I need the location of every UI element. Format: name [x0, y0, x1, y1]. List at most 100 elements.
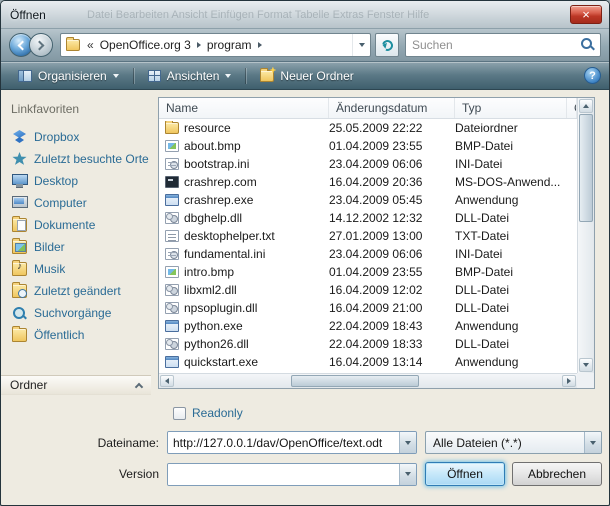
refresh-button[interactable] — [375, 33, 399, 57]
file-row[interactable]: intro.bmp 01.04.2009 23:55 BMP-Datei — [159, 263, 577, 281]
file-row[interactable]: npsoplugin.dll 16.04.2009 21:00 DLL-Date… — [159, 299, 577, 317]
sidebar-item[interactable]: Desktop — [1, 170, 151, 192]
titlebar[interactable]: Datei Bearbeiten Ansicht Einfügen Format… — [1, 1, 609, 29]
sidebar-item[interactable]: Öffentlich — [1, 324, 151, 346]
file-date: 22.04.2009 18:43 — [329, 319, 455, 333]
desktop-icon — [12, 174, 27, 188]
sidebar-item[interactable]: Musik — [1, 258, 151, 280]
com-icon — [165, 176, 179, 188]
open-dialog-window: Datei Bearbeiten Ansicht Einfügen Format… — [0, 0, 610, 506]
file-date: 25.05.2009 22:22 — [329, 121, 455, 135]
search-input[interactable] — [406, 38, 581, 52]
scroll-up-button[interactable] — [579, 99, 593, 113]
breadcrumb-dropdown-button[interactable] — [352, 34, 370, 56]
forward-button[interactable] — [29, 33, 53, 57]
breadcrumb-segment[interactable]: program — [204, 38, 255, 52]
column-header[interactable]: G — [567, 98, 577, 118]
file-row[interactable]: quickstart.exe 16.04.2009 13:14 Anwendun… — [159, 353, 577, 371]
sidebar-item[interactable]: Dropbox — [1, 126, 151, 148]
sidebar-item-label: Dokumente — [34, 218, 95, 232]
sidebar-item[interactable]: Zuletzt besuchte Orte — [1, 148, 151, 170]
breadcrumb[interactable]: « OpenOffice.org 3 program — [60, 33, 371, 57]
file-row[interactable]: about.bmp 01.04.2009 23:55 BMP-Datei — [159, 137, 577, 155]
file-row[interactable]: python.exe 22.04.2009 18:43 Anwendung — [159, 317, 577, 335]
organize-button[interactable]: Organisieren — [9, 65, 128, 87]
close-button[interactable]: × — [570, 5, 602, 24]
ini-icon — [165, 248, 179, 260]
vertical-scroll-thumb[interactable] — [579, 114, 593, 222]
breadcrumb-separator-icon[interactable] — [197, 42, 201, 48]
file-name: resource — [184, 121, 231, 135]
new-folder-button[interactable]: Neuer Ordner — [251, 65, 362, 87]
folders-label: Ordner — [10, 378, 136, 392]
sidebar-item-label: Zuletzt geändert — [34, 284, 121, 298]
sidebar-item[interactable]: Dokumente — [1, 214, 151, 236]
sidebar-item[interactable]: Suchvorgänge — [1, 302, 151, 324]
file-row[interactable]: crashrep.com 16.04.2009 20:36 MS-DOS-Anw… — [159, 173, 577, 191]
readonly-label[interactable]: Readonly — [192, 406, 243, 420]
column-header[interactable]: Änderungsdatum — [329, 98, 455, 118]
version-dropdown-button[interactable] — [399, 464, 416, 485]
views-label: Ansichten — [167, 69, 220, 83]
open-button[interactable]: Öffnen — [425, 462, 505, 486]
horizontal-scrollbar[interactable] — [159, 373, 577, 388]
filename-combobox[interactable] — [167, 431, 417, 454]
column-header[interactable]: Name — [159, 98, 329, 118]
vertical-scrollbar[interactable] — [577, 98, 594, 373]
navigation-bar: « OpenOffice.org 3 program — [1, 29, 609, 62]
sidebar-item[interactable]: Computer — [1, 192, 151, 214]
chevron-up-icon — [135, 382, 143, 390]
breadcrumb-truncation[interactable]: « — [85, 38, 97, 52]
file-type: DLL-Datei — [455, 283, 567, 297]
file-date: 01.04.2009 23:55 — [329, 139, 455, 153]
bmp-icon — [165, 140, 179, 152]
filename-input[interactable] — [168, 432, 399, 453]
chevron-down-icon — [113, 74, 119, 78]
file-row[interactable]: resource 25.05.2009 22:22 Dateiordner — [159, 119, 577, 137]
column-header[interactable]: Typ — [455, 98, 567, 118]
new-folder-label: Neuer Ordner — [280, 69, 353, 83]
file-row[interactable]: dbghelp.dll 14.12.2002 12:32 DLL-Datei — [159, 209, 577, 227]
version-combobox[interactable] — [167, 463, 417, 486]
search-box[interactable] — [405, 33, 601, 57]
version-input[interactable] — [168, 464, 399, 485]
views-button[interactable]: Ansichten — [139, 65, 241, 87]
file-type: DLL-Datei — [455, 301, 567, 315]
scroll-left-button[interactable] — [160, 375, 174, 387]
file-row[interactable]: bootstrap.ini 23.04.2009 06:06 INI-Datei — [159, 155, 577, 173]
sidebar-item[interactable]: Bilder — [1, 236, 151, 258]
scroll-down-button[interactable] — [579, 358, 593, 372]
folders-expander[interactable]: Ordner — [1, 375, 151, 395]
organize-icon — [18, 70, 32, 82]
chevron-down-icon — [405, 441, 411, 445]
breadcrumb-segment[interactable]: OpenOffice.org 3 — [97, 38, 194, 52]
sidebar-item-label: Bilder — [34, 240, 65, 254]
toolbar: Organisieren Ansichten Neuer Ordner ? — [1, 62, 609, 90]
dialog-footer: Readonly Dateiname: Alle Dateien (*.*) V… — [1, 395, 609, 505]
file-row[interactable]: libxml2.dll 16.04.2009 12:02 DLL-Datei — [159, 281, 577, 299]
filename-dropdown-button[interactable] — [399, 432, 416, 453]
ini-icon — [165, 158, 179, 170]
file-date: 14.12.2002 12:32 — [329, 211, 455, 225]
recent-places-icon — [12, 152, 27, 166]
file-row[interactable]: python26.dll 22.04.2009 18:33 DLL-Datei — [159, 335, 577, 353]
horizontal-scroll-thumb[interactable] — [291, 375, 419, 387]
breadcrumb-separator-icon[interactable] — [258, 42, 262, 48]
scroll-right-button[interactable] — [562, 375, 576, 387]
readonly-checkbox[interactable] — [173, 407, 186, 420]
file-date: 16.04.2009 12:02 — [329, 283, 455, 297]
sidebar-item[interactable]: Zuletzt geändert — [1, 280, 151, 302]
file-row[interactable]: desktophelper.txt 27.01.2009 13:00 TXT-D… — [159, 227, 577, 245]
cancel-button[interactable]: Abbrechen — [512, 462, 602, 486]
column-header-row: NameÄnderungsdatumTypG — [159, 98, 577, 119]
filetype-dropdown-button[interactable] — [584, 432, 601, 453]
filetype-select[interactable]: Alle Dateien (*.*) — [425, 431, 602, 454]
file-row[interactable]: crashrep.exe 23.04.2009 05:45 Anwendung — [159, 191, 577, 209]
help-button[interactable]: ? — [584, 67, 601, 84]
documents-icon — [12, 218, 27, 232]
file-row[interactable]: fundamental.ini 23.04.2009 06:06 INI-Dat… — [159, 245, 577, 263]
triangle-left-icon — [165, 378, 169, 384]
dropbox-icon — [12, 130, 27, 144]
toolbar-separator — [245, 68, 246, 84]
file-type: BMP-Datei — [455, 139, 567, 153]
